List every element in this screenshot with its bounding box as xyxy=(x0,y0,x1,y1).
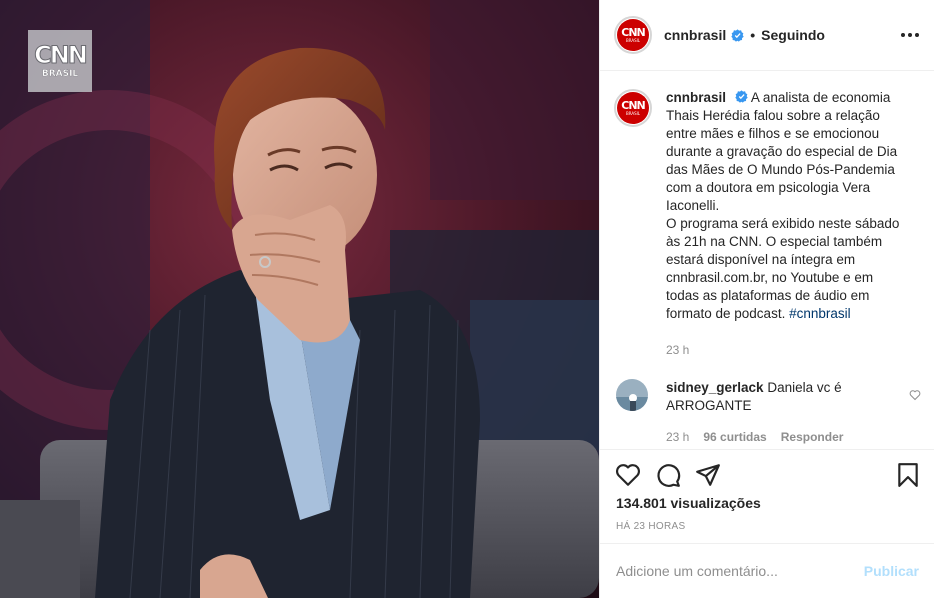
verified-badge-icon xyxy=(735,90,748,103)
like-heart-icon[interactable] xyxy=(615,462,641,488)
cnn-logo-icon: CNN BRASIL xyxy=(617,92,649,124)
comment-bubble-icon[interactable] xyxy=(655,462,681,488)
share-direct-icon[interactable] xyxy=(695,462,721,488)
avatar-sub: BRASIL xyxy=(625,38,641,43)
post-video[interactable]: CNN BRASIL xyxy=(0,0,599,598)
comment-heart-icon[interactable] xyxy=(909,389,921,401)
caption-text-2: O programa será exibido neste sábado às … xyxy=(666,216,900,321)
post-sidebar: CNN BRASIL cnnbrasil • Seguindo CNN BRAS… xyxy=(599,0,934,598)
caption-text-1: A analista de economia Thais Herédia fal… xyxy=(666,90,898,213)
more-options-icon[interactable] xyxy=(901,26,919,44)
caption-timestamp[interactable]: 23 h xyxy=(666,343,689,357)
comment-item: sidney_gerlack Daniela vc é ARROGANTE xyxy=(616,379,921,415)
avatar-brand: CNN xyxy=(621,26,645,39)
watermark-sub: BRASIL xyxy=(41,69,79,79)
watermark-brand: CNN xyxy=(34,41,89,69)
comment-meta: 23 h 96 curtidas Responder xyxy=(666,430,843,444)
instagram-post: CNN BRASIL CNN BRASIL cnnbrasil • Seguin… xyxy=(0,0,934,598)
caption-avatar[interactable]: CNN BRASIL xyxy=(614,89,652,127)
header-username[interactable]: cnnbrasil xyxy=(664,27,726,43)
post-actions: 134.801 visualizações HÁ 23 HORAS xyxy=(600,449,934,543)
cnn-logo-icon: CNN BRASIL xyxy=(617,19,649,51)
post-header: CNN BRASIL cnnbrasil • Seguindo xyxy=(600,0,934,71)
comment-timestamp[interactable]: 23 h xyxy=(666,430,689,444)
header-separator: • xyxy=(750,27,756,43)
caption-avatar-sub: BRASIL xyxy=(625,111,641,116)
caption-avatar-brand: CNN xyxy=(621,99,645,112)
save-bookmark-icon[interactable] xyxy=(895,462,921,488)
following-button[interactable]: Seguindo xyxy=(761,27,825,43)
add-comment-bar: Publicar xyxy=(600,543,934,598)
commenter-avatar[interactable] xyxy=(616,379,648,411)
post-time-ago[interactable]: HÁ 23 HORAS xyxy=(616,521,685,532)
comment-input[interactable] xyxy=(616,563,864,579)
cnn-brasil-watermark: CNN BRASIL xyxy=(28,30,92,92)
profile-avatar[interactable]: CNN BRASIL xyxy=(614,16,652,54)
reply-button[interactable]: Responder xyxy=(781,430,844,444)
verified-badge-icon xyxy=(731,28,744,42)
commenter-username[interactable]: sidney_gerlack xyxy=(666,380,764,395)
comment-likes[interactable]: 96 curtidas xyxy=(703,430,766,444)
post-caption: CNN BRASIL cnnbrasil A analista de econo… xyxy=(614,89,906,323)
caption-body: cnnbrasil A analista de economia Thais H… xyxy=(666,89,906,323)
comments-area[interactable]: CNN BRASIL cnnbrasil A analista de econo… xyxy=(600,71,934,449)
views-count[interactable]: 134.801 visualizações xyxy=(616,495,761,511)
commenter-photo xyxy=(616,379,648,411)
hashtag-link[interactable]: #cnnbrasil xyxy=(789,306,851,321)
comment-body: sidney_gerlack Daniela vc é ARROGANTE xyxy=(666,379,886,415)
publish-button[interactable]: Publicar xyxy=(864,563,919,579)
caption-username[interactable]: cnnbrasil xyxy=(666,90,726,105)
